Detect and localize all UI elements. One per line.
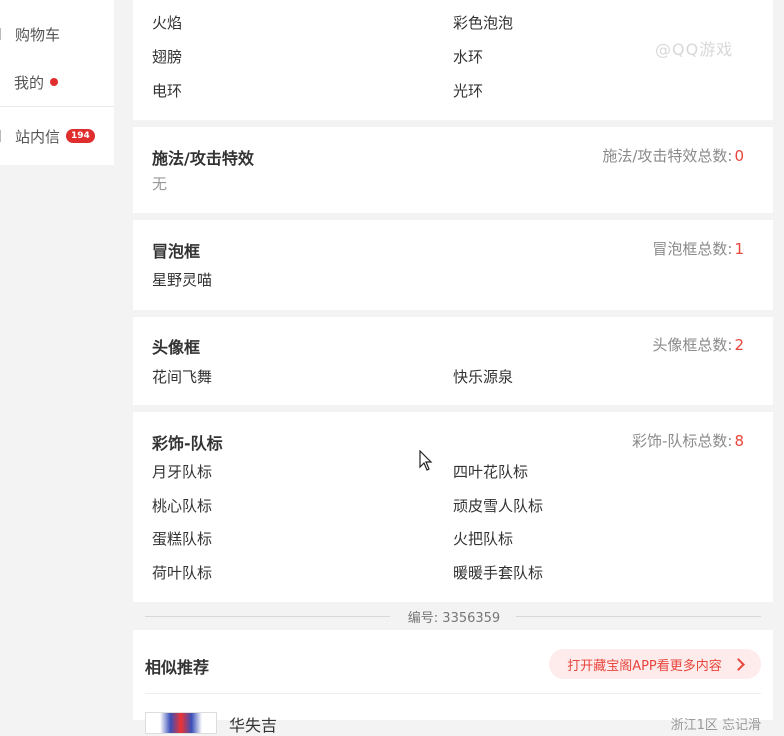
open-app-label: 打开藏宝阁APP看更多内容 bbox=[567, 658, 722, 674]
serial-divider-right bbox=[516, 616, 761, 617]
serial-divider-left bbox=[145, 616, 390, 617]
recommend-divider bbox=[145, 693, 761, 694]
section-title: 头像框 bbox=[152, 338, 201, 357]
recommend-card: 相似推荐 打开藏宝阁APP看更多内容 华失吉 浙江1区 忘记滑 bbox=[133, 630, 773, 735]
count-value: 8 bbox=[734, 432, 744, 450]
section-count: 施法/攻击特效总数: 0 bbox=[602, 145, 744, 166]
section-bubble-frame: 冒泡框 冒泡框总数: 1 星野灵喵 bbox=[133, 220, 773, 310]
list-item: 花间飞舞 bbox=[152, 368, 213, 386]
section-count: 冒泡框总数: 1 bbox=[652, 238, 744, 259]
count-label: 冒泡框总数: bbox=[652, 240, 733, 258]
list-item: 顽皮雪人队标 bbox=[453, 497, 544, 515]
list-item: 火把队标 bbox=[453, 530, 514, 548]
section-count: 彩饰-队标总数: 8 bbox=[632, 430, 744, 451]
sidebar-item-mine[interactable]: 我的 bbox=[0, 68, 59, 96]
count-value: 0 bbox=[734, 147, 744, 165]
recommend-item-meta: 浙江1区 忘记滑 bbox=[670, 718, 761, 733]
list-item: 月牙队标 bbox=[152, 463, 213, 481]
count-label: 彩饰-队标总数: bbox=[631, 432, 733, 450]
mouse-cursor-icon bbox=[419, 450, 433, 471]
sidebar-item-label: 我的 bbox=[14, 73, 45, 92]
notification-dot bbox=[50, 78, 59, 86]
count-value: 2 bbox=[734, 336, 744, 354]
list-item: 四叶花队标 bbox=[453, 463, 529, 481]
sidebar-item-label: 购物车 bbox=[15, 25, 61, 44]
section-title: 彩饰-队标 bbox=[152, 434, 223, 453]
mail-icon bbox=[0, 130, 4, 142]
list-item: 暖暖手套队标 bbox=[453, 564, 544, 582]
list-item: 快乐源泉 bbox=[453, 368, 514, 386]
sidebar-item-messages[interactable]: 站内信 194 bbox=[0, 122, 95, 150]
sidebar-item-label: 站内信 bbox=[15, 127, 61, 146]
list-item: 彩色泡泡 bbox=[453, 14, 514, 32]
list-item: 电环 bbox=[152, 82, 183, 100]
section-avatar-frame: 头像框 头像框总数: 2 花间飞舞 快乐源泉 bbox=[133, 317, 773, 405]
list-item: 翅膀 bbox=[152, 48, 183, 66]
section-cast-effects: 施法/攻击特效 施法/攻击特效总数: 0 无 bbox=[133, 127, 773, 213]
list-item: 桃心队标 bbox=[152, 497, 213, 515]
chevron-right-icon bbox=[731, 657, 745, 671]
list-item: 星野灵喵 bbox=[152, 271, 213, 289]
user-icon bbox=[0, 76, 3, 88]
recommend-item-name[interactable]: 华失吉 bbox=[229, 712, 277, 736]
empty-text: 无 bbox=[152, 175, 168, 193]
count-label: 头像框总数: bbox=[652, 336, 733, 354]
list-item: 蛋糕队标 bbox=[152, 530, 213, 548]
section-title: 施法/攻击特效 bbox=[152, 149, 254, 168]
effects-card: 火焰 彩色泡泡 翅膀 水环 电环 光环 bbox=[133, 0, 773, 120]
recommend-title: 相似推荐 bbox=[145, 658, 210, 677]
count-label: 施法/攻击特效总数: bbox=[602, 147, 733, 165]
list-item: 水环 bbox=[453, 48, 484, 66]
serial-number: 编号: 3356359 bbox=[407, 611, 501, 626]
list-item: 荷叶队标 bbox=[152, 564, 213, 582]
list-item: 光环 bbox=[453, 82, 484, 100]
sidebar-divider bbox=[0, 106, 114, 107]
item-thumbnail[interactable] bbox=[145, 712, 217, 734]
section-team-badges: 彩饰-队标 彩饰-队标总数: 8 月牙队标 四叶花队标 桃心队标 顽皮雪人队标 蛋… bbox=[133, 412, 773, 602]
list-item: 火焰 bbox=[152, 14, 183, 32]
message-count-badge: 194 bbox=[66, 129, 95, 143]
open-app-button[interactable]: 打开藏宝阁APP看更多内容 bbox=[549, 649, 761, 679]
count-value: 1 bbox=[734, 240, 744, 258]
section-title: 冒泡框 bbox=[152, 242, 201, 261]
cart-icon bbox=[0, 28, 4, 40]
sidebar: 购物车 我的 站内信 194 bbox=[0, 0, 114, 165]
watermark: @QQ游戏 bbox=[655, 40, 734, 59]
sidebar-item-cart[interactable]: 购物车 bbox=[0, 20, 60, 48]
section-count: 头像框总数: 2 bbox=[652, 334, 744, 355]
